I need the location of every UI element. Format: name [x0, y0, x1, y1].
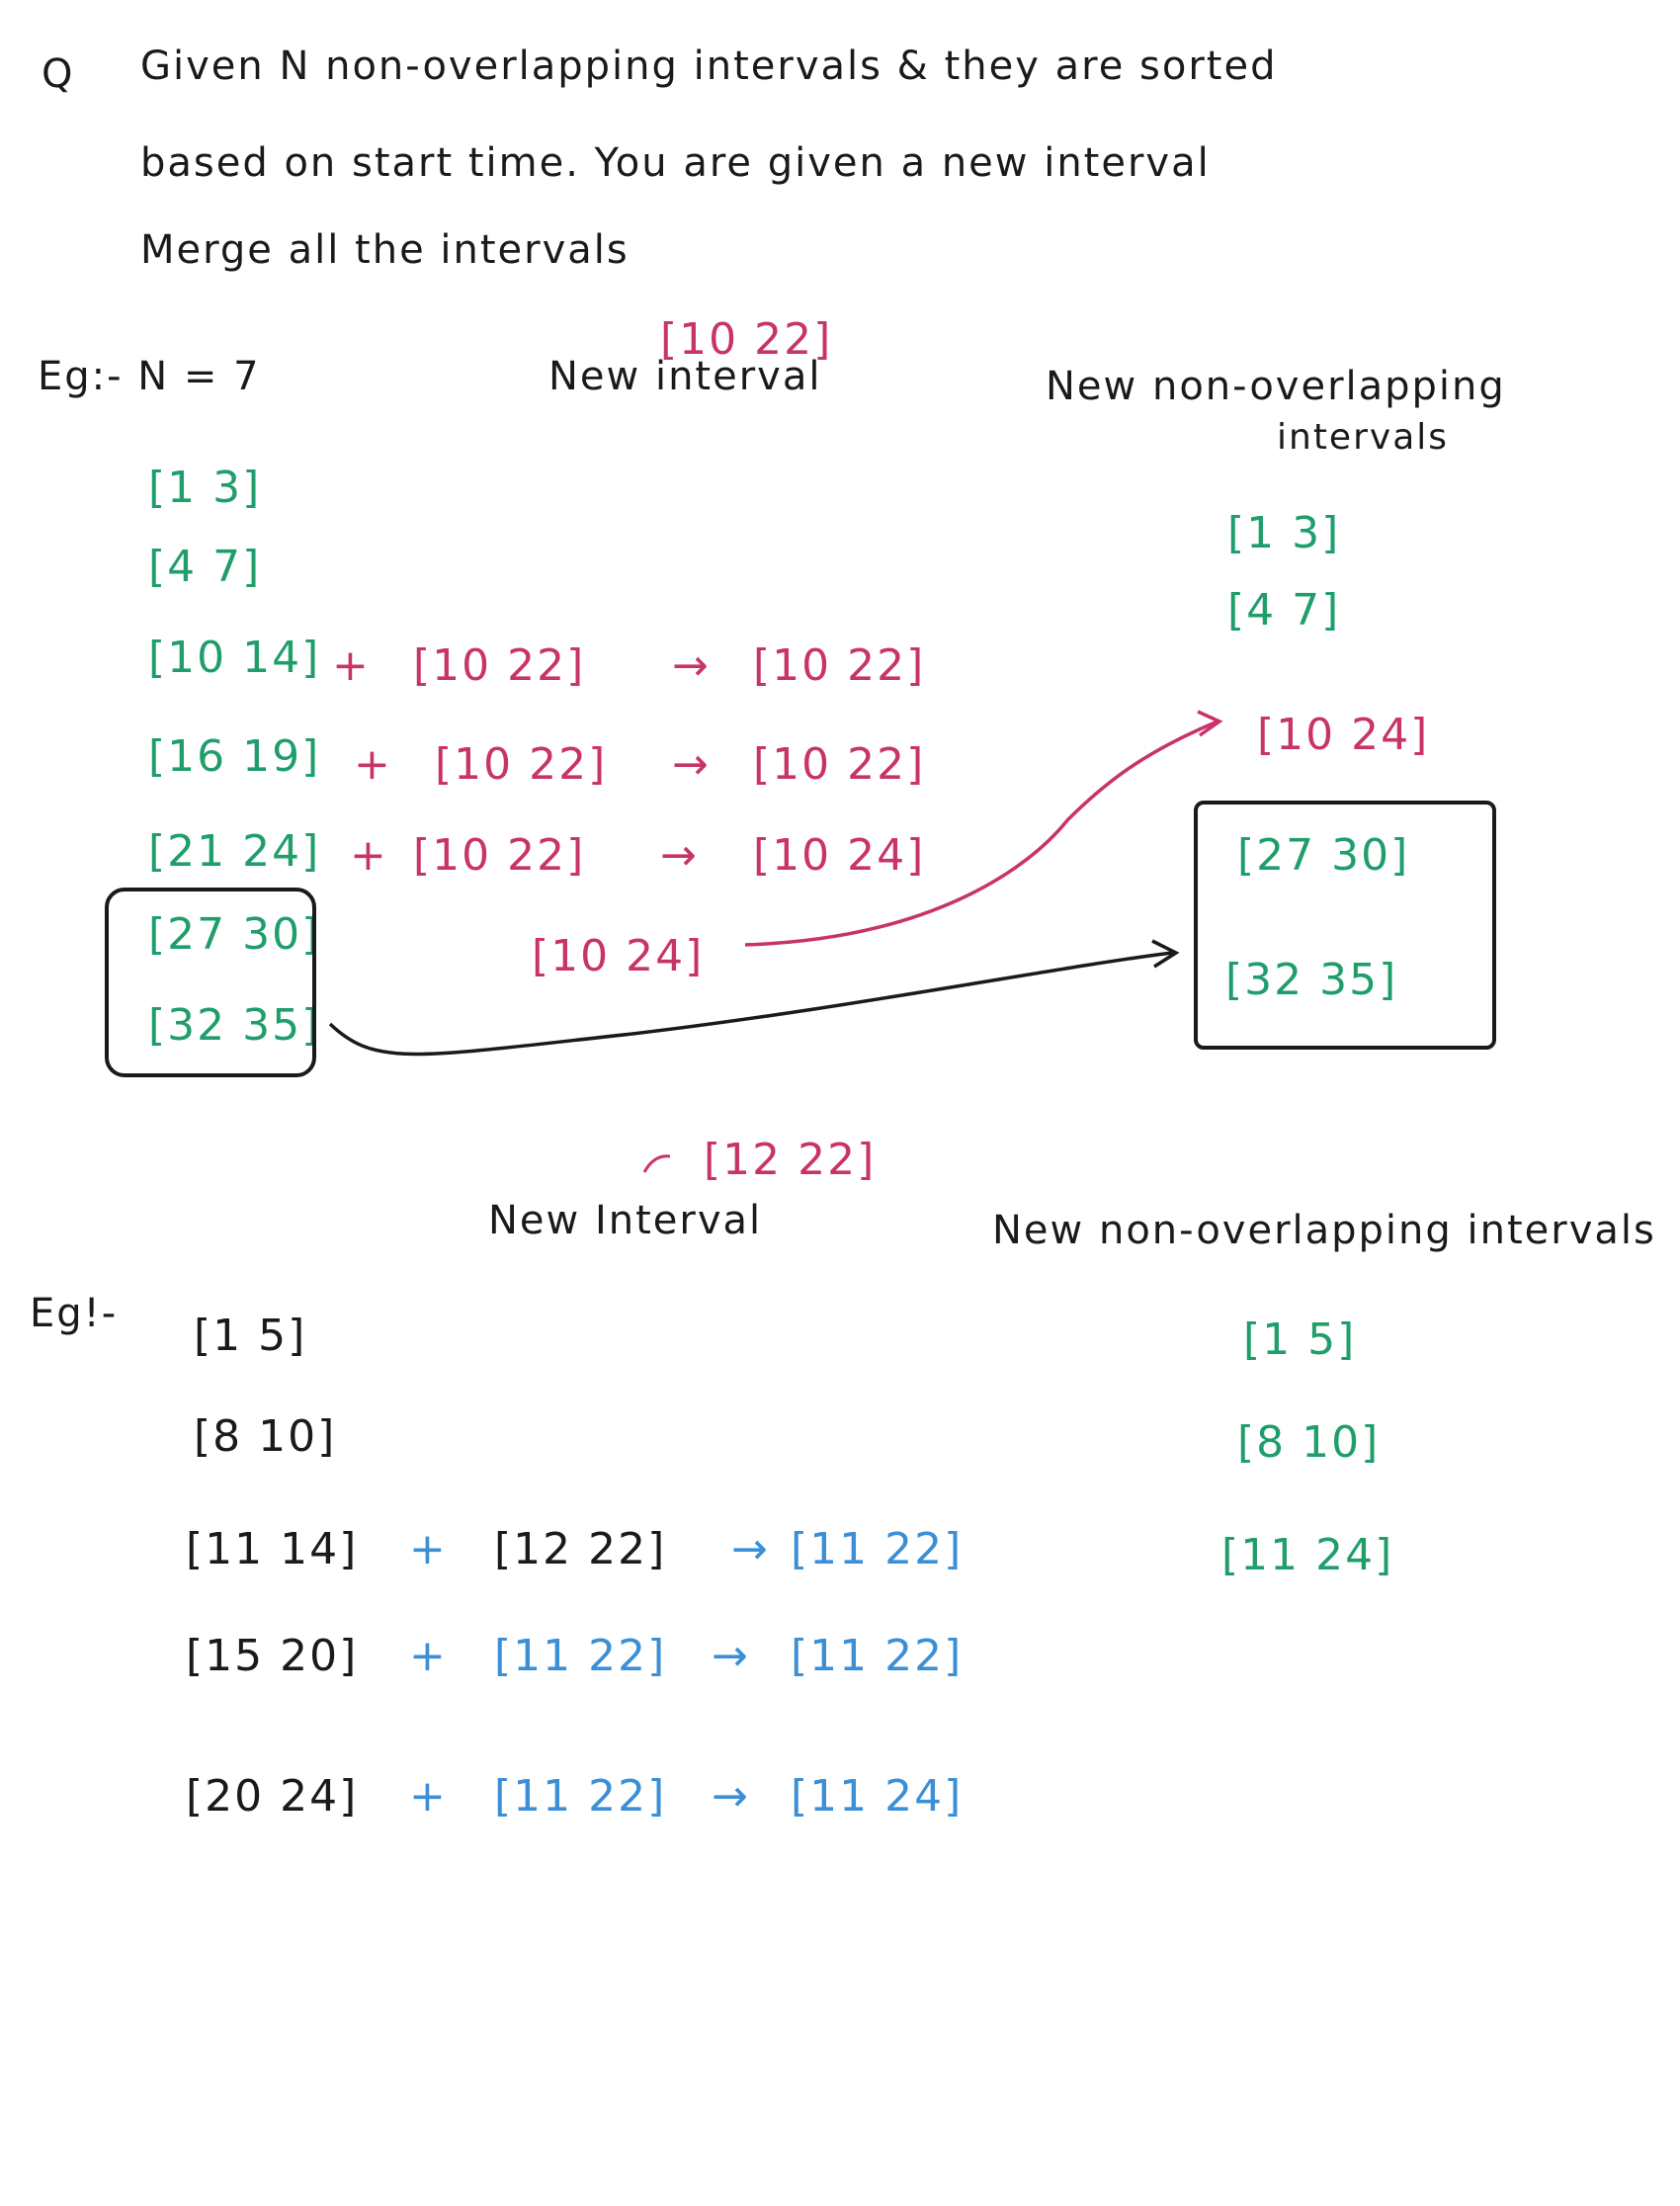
- ink-strokes: [105, 710, 1496, 1173]
- pointer-stroke: [642, 1154, 671, 1173]
- carry-over-arrow: [328, 951, 1173, 1057]
- notes-page: Q Given N non-overlapping intervals & th…: [0, 0, 1680, 2206]
- merge-arrow: [744, 720, 1218, 947]
- grouped-results-box: [1194, 801, 1496, 1050]
- grouped-intervals-box: [105, 888, 316, 1077]
